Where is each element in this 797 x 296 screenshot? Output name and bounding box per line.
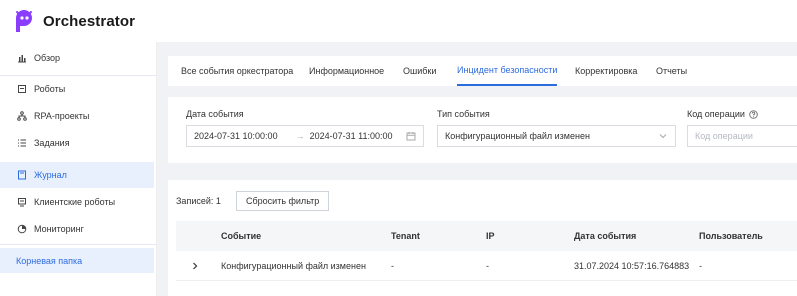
tab-errors[interactable]: Ошибки [403, 56, 436, 86]
sidebar: Обзор Роботы RPA-проекты Задания Журнал … [0, 42, 157, 296]
cell-user: - [699, 261, 702, 271]
sidebar-item-label: Задания [34, 138, 70, 148]
opcode-placeholder: Код операции [695, 131, 753, 141]
opcode-label: Код операции [687, 109, 758, 119]
date-filter-label: Дата события [186, 109, 244, 119]
project-tree-icon [16, 111, 28, 121]
range-arrow: → [295, 131, 305, 141]
event-type-value: Конфигурационный файл изменен [445, 131, 590, 141]
journal-icon [16, 170, 28, 180]
cell-ip: - [486, 261, 489, 271]
sidebar-item-rpa-projects[interactable]: RPA-проекты [0, 103, 154, 129]
opcode-label-text: Код операции [687, 109, 745, 119]
expand-row-icon[interactable] [191, 251, 199, 281]
tab-correction[interactable]: Корректировка [575, 56, 637, 86]
sidebar-item-monitoring[interactable]: Мониторинг [0, 216, 154, 242]
sidebar-item-label: Роботы [34, 84, 66, 94]
opcode-input[interactable]: Код операции [687, 125, 797, 147]
sidebar-item-client-robots[interactable]: Клиентские роботы [0, 189, 154, 215]
top-bar: Orchestrator [0, 0, 797, 42]
sidebar-item-overview[interactable]: Обзор [0, 45, 154, 71]
column-header-event[interactable]: Событие [221, 221, 261, 251]
list-icon [16, 138, 28, 148]
app-logo[interactable] [11, 8, 37, 34]
cell-event: Конфигурационный файл изменен [221, 261, 366, 271]
tab-security-incident[interactable]: Инцидент безопасности [457, 56, 558, 86]
robot-icon [16, 84, 28, 94]
sidebar-item-robots[interactable]: Роботы [0, 76, 154, 102]
table-row[interactable]: Конфигурационный файл изменен - - 31.07.… [176, 251, 797, 281]
column-header-tenant[interactable]: Tenant [391, 221, 420, 251]
sidebar-item-label: Журнал [34, 170, 67, 180]
tab-all-events[interactable]: Все события оркестратора [181, 56, 293, 86]
calendar-icon[interactable] [406, 131, 416, 143]
sidebar-item-tasks[interactable]: Задания [0, 130, 154, 156]
event-type-label: Тип события [437, 109, 490, 119]
date-range-picker[interactable]: 2024-07-31 10:00:00 → 2024-07-31 11:00:0… [186, 125, 424, 147]
sidebar-item-label: RPA-проекты [34, 111, 90, 121]
date-from-value[interactable]: 2024-07-31 10:00:00 [194, 131, 278, 141]
column-header-user[interactable]: Пользователь [699, 221, 763, 251]
sidebar-item-label: Клиентские роботы [34, 197, 116, 207]
sidebar-item-label: Мониторинг [34, 224, 84, 234]
root-folder-button[interactable]: Корневая папка [0, 248, 154, 273]
tab-informational[interactable]: Информационное [309, 56, 384, 86]
date-to-value[interactable]: 2024-07-31 11:00:00 [310, 131, 393, 141]
bar-chart-icon [16, 53, 28, 63]
reset-filter-button[interactable]: Сбросить фильтр [236, 191, 330, 211]
tab-reports[interactable]: Отчеты [656, 56, 687, 86]
records-count: Записей: 1 [176, 196, 221, 206]
folder-label: Корневая папка [16, 255, 83, 266]
events-table-panel: Записей: 1 Сбросить фильтр Событие Tenan… [168, 180, 797, 296]
table-header: Событие Tenant IP Дата события Пользоват… [176, 221, 797, 251]
main-content: Все события оркестратора Информационное … [157, 42, 797, 296]
tab-bar: Все события оркестратора Информационное … [168, 56, 797, 86]
filter-panel: Дата события 2024-07-31 10:00:00 → 2024-… [168, 97, 797, 163]
column-header-ip[interactable]: IP [486, 221, 495, 251]
app-title: Orchestrator [43, 12, 136, 30]
event-type-select[interactable]: Конфигурационный файл изменен [437, 125, 676, 147]
cell-tenant: - [391, 261, 394, 271]
sidebar-item-label: Обзор [34, 53, 60, 63]
help-icon[interactable] [749, 109, 758, 119]
column-header-date[interactable]: Дата события [574, 221, 636, 251]
monitoring-icon [16, 224, 28, 234]
sidebar-item-journal[interactable]: Журнал [0, 162, 154, 188]
cell-date: 31.07.2024 10:57:16.764883 [574, 261, 690, 271]
chevron-down-icon [659, 132, 667, 142]
divider [0, 244, 157, 245]
client-robot-icon [16, 197, 28, 207]
